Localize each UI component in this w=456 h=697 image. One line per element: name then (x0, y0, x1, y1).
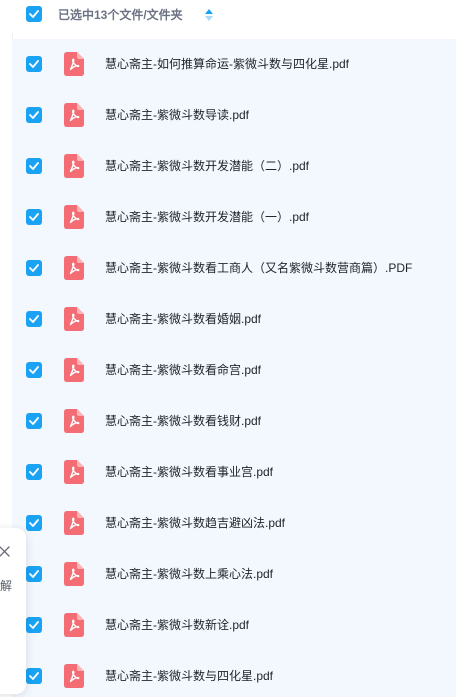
pdf-file-icon (64, 256, 84, 280)
file-checkbox[interactable] (26, 515, 42, 531)
pdf-file-icon (64, 613, 84, 637)
select-all-checkbox[interactable] (26, 6, 42, 22)
file-row[interactable]: 慧心斋主-紫微斗数看钱财.pdf (12, 396, 456, 447)
pdf-file-icon (64, 460, 84, 484)
pdf-file-icon (64, 103, 84, 127)
file-name[interactable]: 慧心斋主-紫微斗数看事业宫.pdf (105, 464, 273, 480)
check-icon (29, 672, 39, 680)
file-checkbox[interactable] (26, 209, 42, 225)
side-popup-panel: 解 (0, 528, 26, 694)
check-icon (29, 213, 39, 221)
file-row[interactable]: 慧心斋主-紫微斗数新诠.pdf (12, 600, 456, 651)
pdf-file-icon (64, 52, 84, 76)
pdf-file-icon (64, 664, 84, 688)
check-icon (29, 315, 39, 323)
file-row[interactable]: 慧心斋主-紫微斗数与四化星.pdf (12, 651, 456, 697)
pdf-file-icon (64, 205, 84, 229)
pdf-file-icon (64, 562, 84, 586)
file-name[interactable]: 慧心斋主-紫微斗数新诠.pdf (105, 617, 249, 633)
file-checkbox[interactable] (26, 464, 42, 480)
file-row[interactable]: 慧心斋主-紫微斗数看事业宫.pdf (12, 447, 456, 498)
file-checkbox[interactable] (26, 158, 42, 174)
check-icon (29, 162, 39, 170)
check-icon (29, 366, 39, 374)
file-checkbox[interactable] (26, 311, 42, 327)
check-icon (29, 417, 39, 425)
check-icon (29, 570, 39, 578)
file-name[interactable]: 慧心斋主-紫微斗数开发潜能（二）.pdf (105, 158, 309, 174)
file-checkbox[interactable] (26, 566, 42, 582)
file-name[interactable]: 慧心斋主-如何推算命运-紫微斗数与四化星.pdf (105, 56, 349, 72)
check-icon (29, 621, 39, 629)
file-checkbox[interactable] (26, 260, 42, 276)
file-row[interactable]: 慧心斋主-紫微斗数上乘心法.pdf (12, 549, 456, 600)
file-row[interactable]: 慧心斋主-紫微斗数导读.pdf (12, 90, 456, 141)
check-icon (29, 468, 39, 476)
file-name[interactable]: 慧心斋主-紫微斗数看钱财.pdf (105, 413, 261, 429)
check-icon (29, 519, 39, 527)
check-icon (29, 10, 39, 18)
side-panel-text: 解 (0, 579, 13, 593)
selection-count-label: 已选中13个文件/文件夹 (58, 8, 183, 22)
file-name[interactable]: 慧心斋主-紫微斗数导读.pdf (105, 107, 249, 123)
file-list-page: 已选中13个文件/文件夹 慧心斋主-如何推算命运-紫微斗数与四化星.pdf 慧心斋… (0, 0, 456, 697)
pdf-file-icon (64, 154, 84, 178)
file-name[interactable]: 慧心斋主-紫微斗数与四化星.pdf (105, 668, 273, 684)
file-row[interactable]: 慧心斋主-紫微斗数看命宫.pdf (12, 345, 456, 396)
file-checkbox[interactable] (26, 413, 42, 429)
sort-up-down-icon[interactable] (204, 7, 214, 23)
close-icon[interactable] (0, 546, 10, 557)
file-row[interactable]: 慧心斋主-紫微斗数看工商人（又名紫微斗数营商篇）.PDF (12, 243, 456, 294)
file-checkbox[interactable] (26, 668, 42, 684)
list-header: 已选中13个文件/文件夹 (12, 0, 456, 33)
file-name[interactable]: 慧心斋主-紫微斗数开发潜能（一）.pdf (105, 209, 309, 225)
check-icon (29, 60, 39, 68)
pdf-file-icon (64, 511, 84, 535)
pdf-file-icon (64, 409, 84, 433)
file-row[interactable]: 慧心斋主-紫微斗数看婚姻.pdf (12, 294, 456, 345)
file-name[interactable]: 慧心斋主-紫微斗数上乘心法.pdf (105, 566, 273, 582)
file-row[interactable]: 慧心斋主-如何推算命运-紫微斗数与四化星.pdf (12, 39, 456, 90)
file-name[interactable]: 慧心斋主-紫微斗数看命宫.pdf (105, 362, 261, 378)
file-name[interactable]: 慧心斋主-紫微斗数看婚姻.pdf (105, 311, 261, 327)
check-icon (29, 111, 39, 119)
file-checkbox[interactable] (26, 362, 42, 378)
file-row[interactable]: 慧心斋主-紫微斗数趋吉避凶法.pdf (12, 498, 456, 549)
file-name[interactable]: 慧心斋主-紫微斗数趋吉避凶法.pdf (105, 515, 285, 531)
check-icon (29, 264, 39, 272)
file-checkbox[interactable] (26, 107, 42, 123)
pdf-file-icon (64, 307, 84, 331)
file-checkbox[interactable] (26, 617, 42, 633)
file-name[interactable]: 慧心斋主-紫微斗数看工商人（又名紫微斗数营商篇）.PDF (105, 260, 412, 276)
file-list: 慧心斋主-如何推算命运-紫微斗数与四化星.pdf 慧心斋主-紫微斗数导读.pdf 慧… (12, 39, 456, 697)
file-row[interactable]: 慧心斋主-紫微斗数开发潜能（二）.pdf (12, 141, 456, 192)
file-checkbox[interactable] (26, 56, 42, 72)
pdf-file-icon (64, 358, 84, 382)
file-row[interactable]: 慧心斋主-紫微斗数开发潜能（一）.pdf (12, 192, 456, 243)
